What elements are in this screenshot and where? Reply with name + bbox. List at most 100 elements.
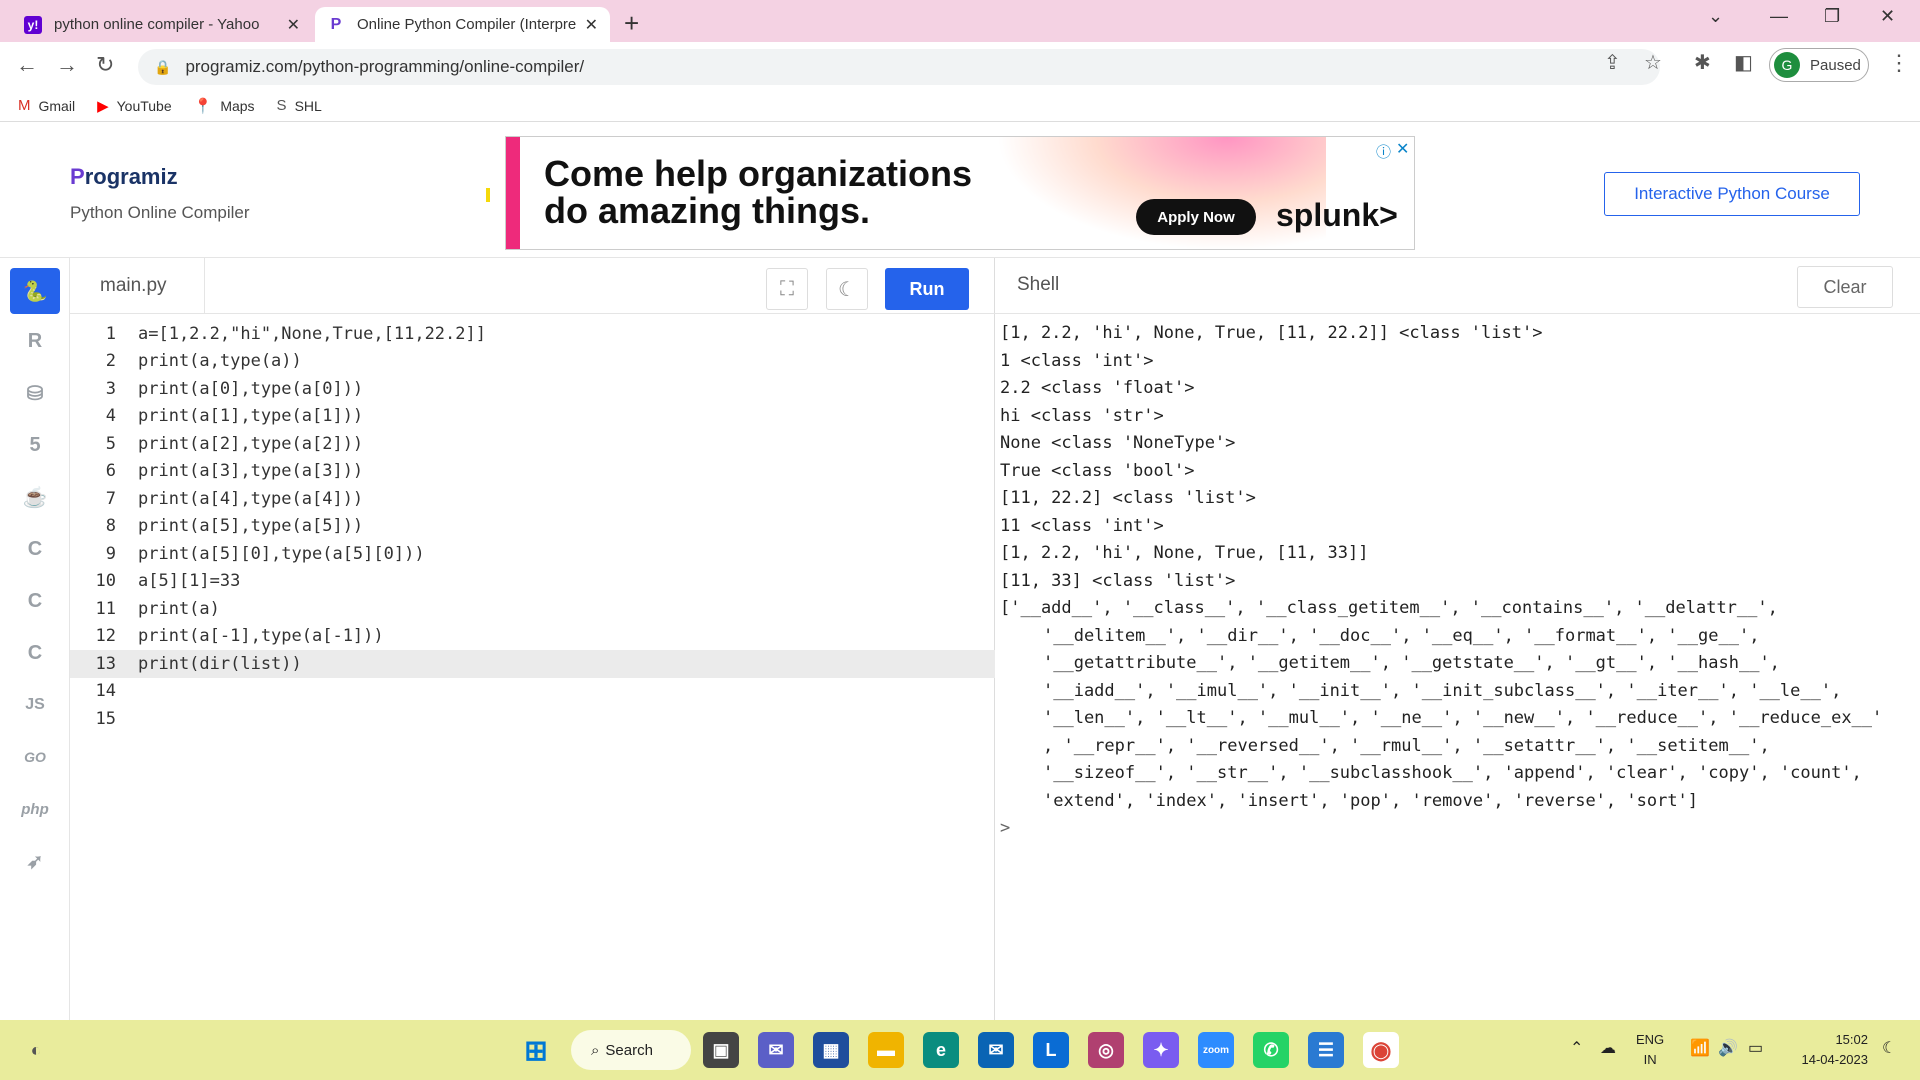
code-line[interactable]: 9 print(a[5][0],type(a[5][0])) (70, 540, 995, 568)
side-panel-icon[interactable]: ◧ (1734, 50, 1753, 75)
r-lang-icon[interactable]: R (10, 318, 60, 364)
lock-icon[interactable]: 🔒 (154, 59, 171, 76)
ad-close-icon[interactable]: ✕ (1396, 139, 1409, 159)
run-button[interactable]: Run (885, 268, 969, 310)
bookmark-star-icon[interactable]: ☆ (1644, 50, 1662, 75)
code-line[interactable]: 15 (70, 705, 995, 733)
notifications-icon[interactable]: ☾ (1882, 1038, 1896, 1058)
code-line[interactable]: 7 print(a[4],type(a[4])) (70, 485, 995, 513)
wifi-icon[interactable]: 📶 (1690, 1038, 1710, 1058)
extensions-icon[interactable]: ✱ (1694, 50, 1711, 75)
line-number: 9 (105, 543, 116, 564)
share-icon[interactable]: ⇪ (1604, 50, 1621, 75)
bookmark-shl[interactable]: S SHL (277, 97, 322, 114)
shell-pane: Shell Clear [1, 2.2, 'hi', None, True, [… (995, 258, 1920, 1020)
close-tab-icon[interactable]: ✕ (287, 15, 300, 35)
code-line[interactable]: 10 a[5][1]=33 (70, 568, 995, 596)
teams-chat-icon[interactable]: ✉ (758, 1032, 794, 1068)
browser-menu-icon[interactable]: ⋮ (1888, 50, 1910, 76)
go-icon[interactable]: GO (10, 734, 60, 780)
windows-start-icon[interactable]: ⊞ (518, 1032, 554, 1068)
csharp-icon[interactable]: C (10, 630, 60, 676)
code-area[interactable]: 1 a=[1,2.2,"hi",None,True,[11,22.2]] 2 prin… (70, 320, 995, 733)
c-lang-icon[interactable]: C (10, 526, 60, 572)
advertisement-banner[interactable]: Come help organizations do amazing thing… (505, 136, 1415, 250)
code-line[interactable]: 1 a=[1,2.2,"hi",None,True,[11,22.2]] (70, 320, 995, 348)
notepad-icon[interactable]: ☰ (1308, 1032, 1344, 1068)
input-language[interactable]: ENG IN (1636, 1030, 1664, 1070)
system-clock[interactable]: 15:02 14-04-2023 (1788, 1030, 1869, 1070)
bookmark-youtube[interactable]: ▶ YouTube (97, 97, 172, 115)
task-view-icon[interactable]: ▣ (703, 1032, 739, 1068)
code-line[interactable]: 13 print(dir(list)) (70, 650, 995, 678)
battery-icon[interactable]: ▭ (1748, 1038, 1763, 1058)
widgets-icon[interactable]: ▦ (813, 1032, 849, 1068)
bookmark-maps[interactable]: 📍 Maps (194, 97, 255, 115)
java-icon[interactable]: ☕ (10, 474, 60, 520)
code-line[interactable]: 11 print(a) (70, 595, 995, 623)
app-icon[interactable]: ◎ (1088, 1032, 1124, 1068)
dark-mode-icon[interactable]: ☾ (826, 268, 868, 310)
ad-info-icon[interactable]: ⓘ (1376, 141, 1391, 162)
browser-tab-programiz[interactable]: P Online Python Compiler (Interpre ✕ (315, 7, 610, 42)
html5-icon[interactable]: 5 (10, 422, 60, 468)
chrome-icon[interactable]: ◉ (1363, 1032, 1399, 1068)
line-number: 2 (105, 351, 116, 372)
code-line[interactable]: 4 print(a[1],type(a[1])) (70, 403, 995, 431)
chevron-up-icon[interactable]: ⌃ (1570, 1038, 1583, 1058)
output-line: [1, 2.2, 'hi', None, True, [11, 33]] (1000, 543, 1369, 563)
code-text: print(dir(list)) (138, 653, 302, 674)
l-app-icon[interactable]: L (1033, 1032, 1069, 1068)
new-tab-button[interactable]: + (624, 8, 639, 39)
onedrive-icon[interactable]: ☁ (1600, 1038, 1616, 1058)
line-number: 8 (105, 516, 116, 537)
address-bar[interactable]: 🔒 programiz.com/python-programming/onlin… (138, 49, 1660, 85)
cpp-icon[interactable]: C (10, 578, 60, 624)
bookmark-gmail[interactable]: M Gmail (18, 97, 75, 114)
sql-icon[interactable]: ⛁ (10, 370, 60, 416)
file-tab-main[interactable]: main.py (70, 258, 205, 314)
close-window-icon[interactable]: ✕ (1880, 6, 1895, 27)
programiz-logo[interactable]: Programiz (70, 164, 178, 190)
shell-output[interactable]: [1, 2.2, 'hi', None, True, [11, 22.2]] <… (1000, 320, 1905, 843)
code-line[interactable]: 12 print(a[-1],type(a[-1])) (70, 623, 995, 651)
tab-search-icon[interactable]: ⌄ (1708, 6, 1723, 27)
bookmarks-bar: M Gmail ▶ YouTube 📍 Maps S SHL (0, 90, 1920, 122)
code-line[interactable]: 6 print(a[3],type(a[3])) (70, 458, 995, 486)
ad-apply-button[interactable]: Apply Now (1136, 199, 1256, 235)
edge-icon[interactable]: e (923, 1032, 959, 1068)
zoom-icon[interactable]: zoom (1198, 1032, 1234, 1068)
shell-prompt[interactable]: > (1000, 815, 1905, 843)
taskbar-search[interactable]: ⌕ Search (571, 1030, 691, 1070)
restore-icon[interactable]: ❐ (1824, 6, 1840, 27)
back-icon[interactable]: ← (16, 52, 38, 78)
code-line[interactable]: 14 (70, 678, 995, 706)
close-tab-icon[interactable]: ✕ (585, 15, 598, 35)
output-line: '__getattribute__', '__getitem__', '__ge… (1043, 653, 1780, 673)
python-icon[interactable]: 🐍 (10, 268, 60, 314)
copilot-icon[interactable]: ✦ (1143, 1032, 1179, 1068)
mail-icon[interactable]: ✉ (978, 1032, 1014, 1068)
volume-icon[interactable]: 🔊 (1718, 1038, 1738, 1058)
javascript-icon[interactable]: JS (10, 682, 60, 728)
profile-button[interactable]: G Paused (1769, 48, 1869, 82)
php-icon[interactable]: php (10, 786, 60, 832)
forward-icon[interactable]: → (56, 52, 78, 78)
clear-button[interactable]: Clear (1797, 266, 1893, 308)
reload-icon[interactable]: ↻ (96, 52, 114, 78)
weather-widget-icon[interactable]: ◐ (18, 1032, 54, 1068)
code-line[interactable]: 8 print(a[5],type(a[5])) (70, 513, 995, 541)
swift-icon[interactable]: ➶ (10, 838, 60, 884)
line-number: 7 (105, 488, 116, 509)
code-line[interactable]: 5 print(a[2],type(a[2])) (70, 430, 995, 458)
minimize-icon[interactable]: — (1770, 6, 1788, 27)
code-line[interactable]: 2 print(a,type(a)) (70, 348, 995, 376)
fullscreen-icon[interactable]: ⛶ (766, 268, 808, 310)
code-line[interactable]: 3 print(a[0],type(a[0])) (70, 375, 995, 403)
file-explorer-icon[interactable]: ▬ (868, 1032, 904, 1068)
output-line: '__iadd__', '__imul__', '__init__', '__i… (1043, 680, 1842, 701)
browser-tab-yahoo[interactable]: y! python online compiler - Yahoo ✕ (12, 7, 312, 42)
line-number: 15 (95, 708, 116, 729)
whatsapp-icon[interactable]: ✆ (1253, 1032, 1289, 1068)
interactive-course-button[interactable]: Interactive Python Course (1604, 172, 1860, 216)
